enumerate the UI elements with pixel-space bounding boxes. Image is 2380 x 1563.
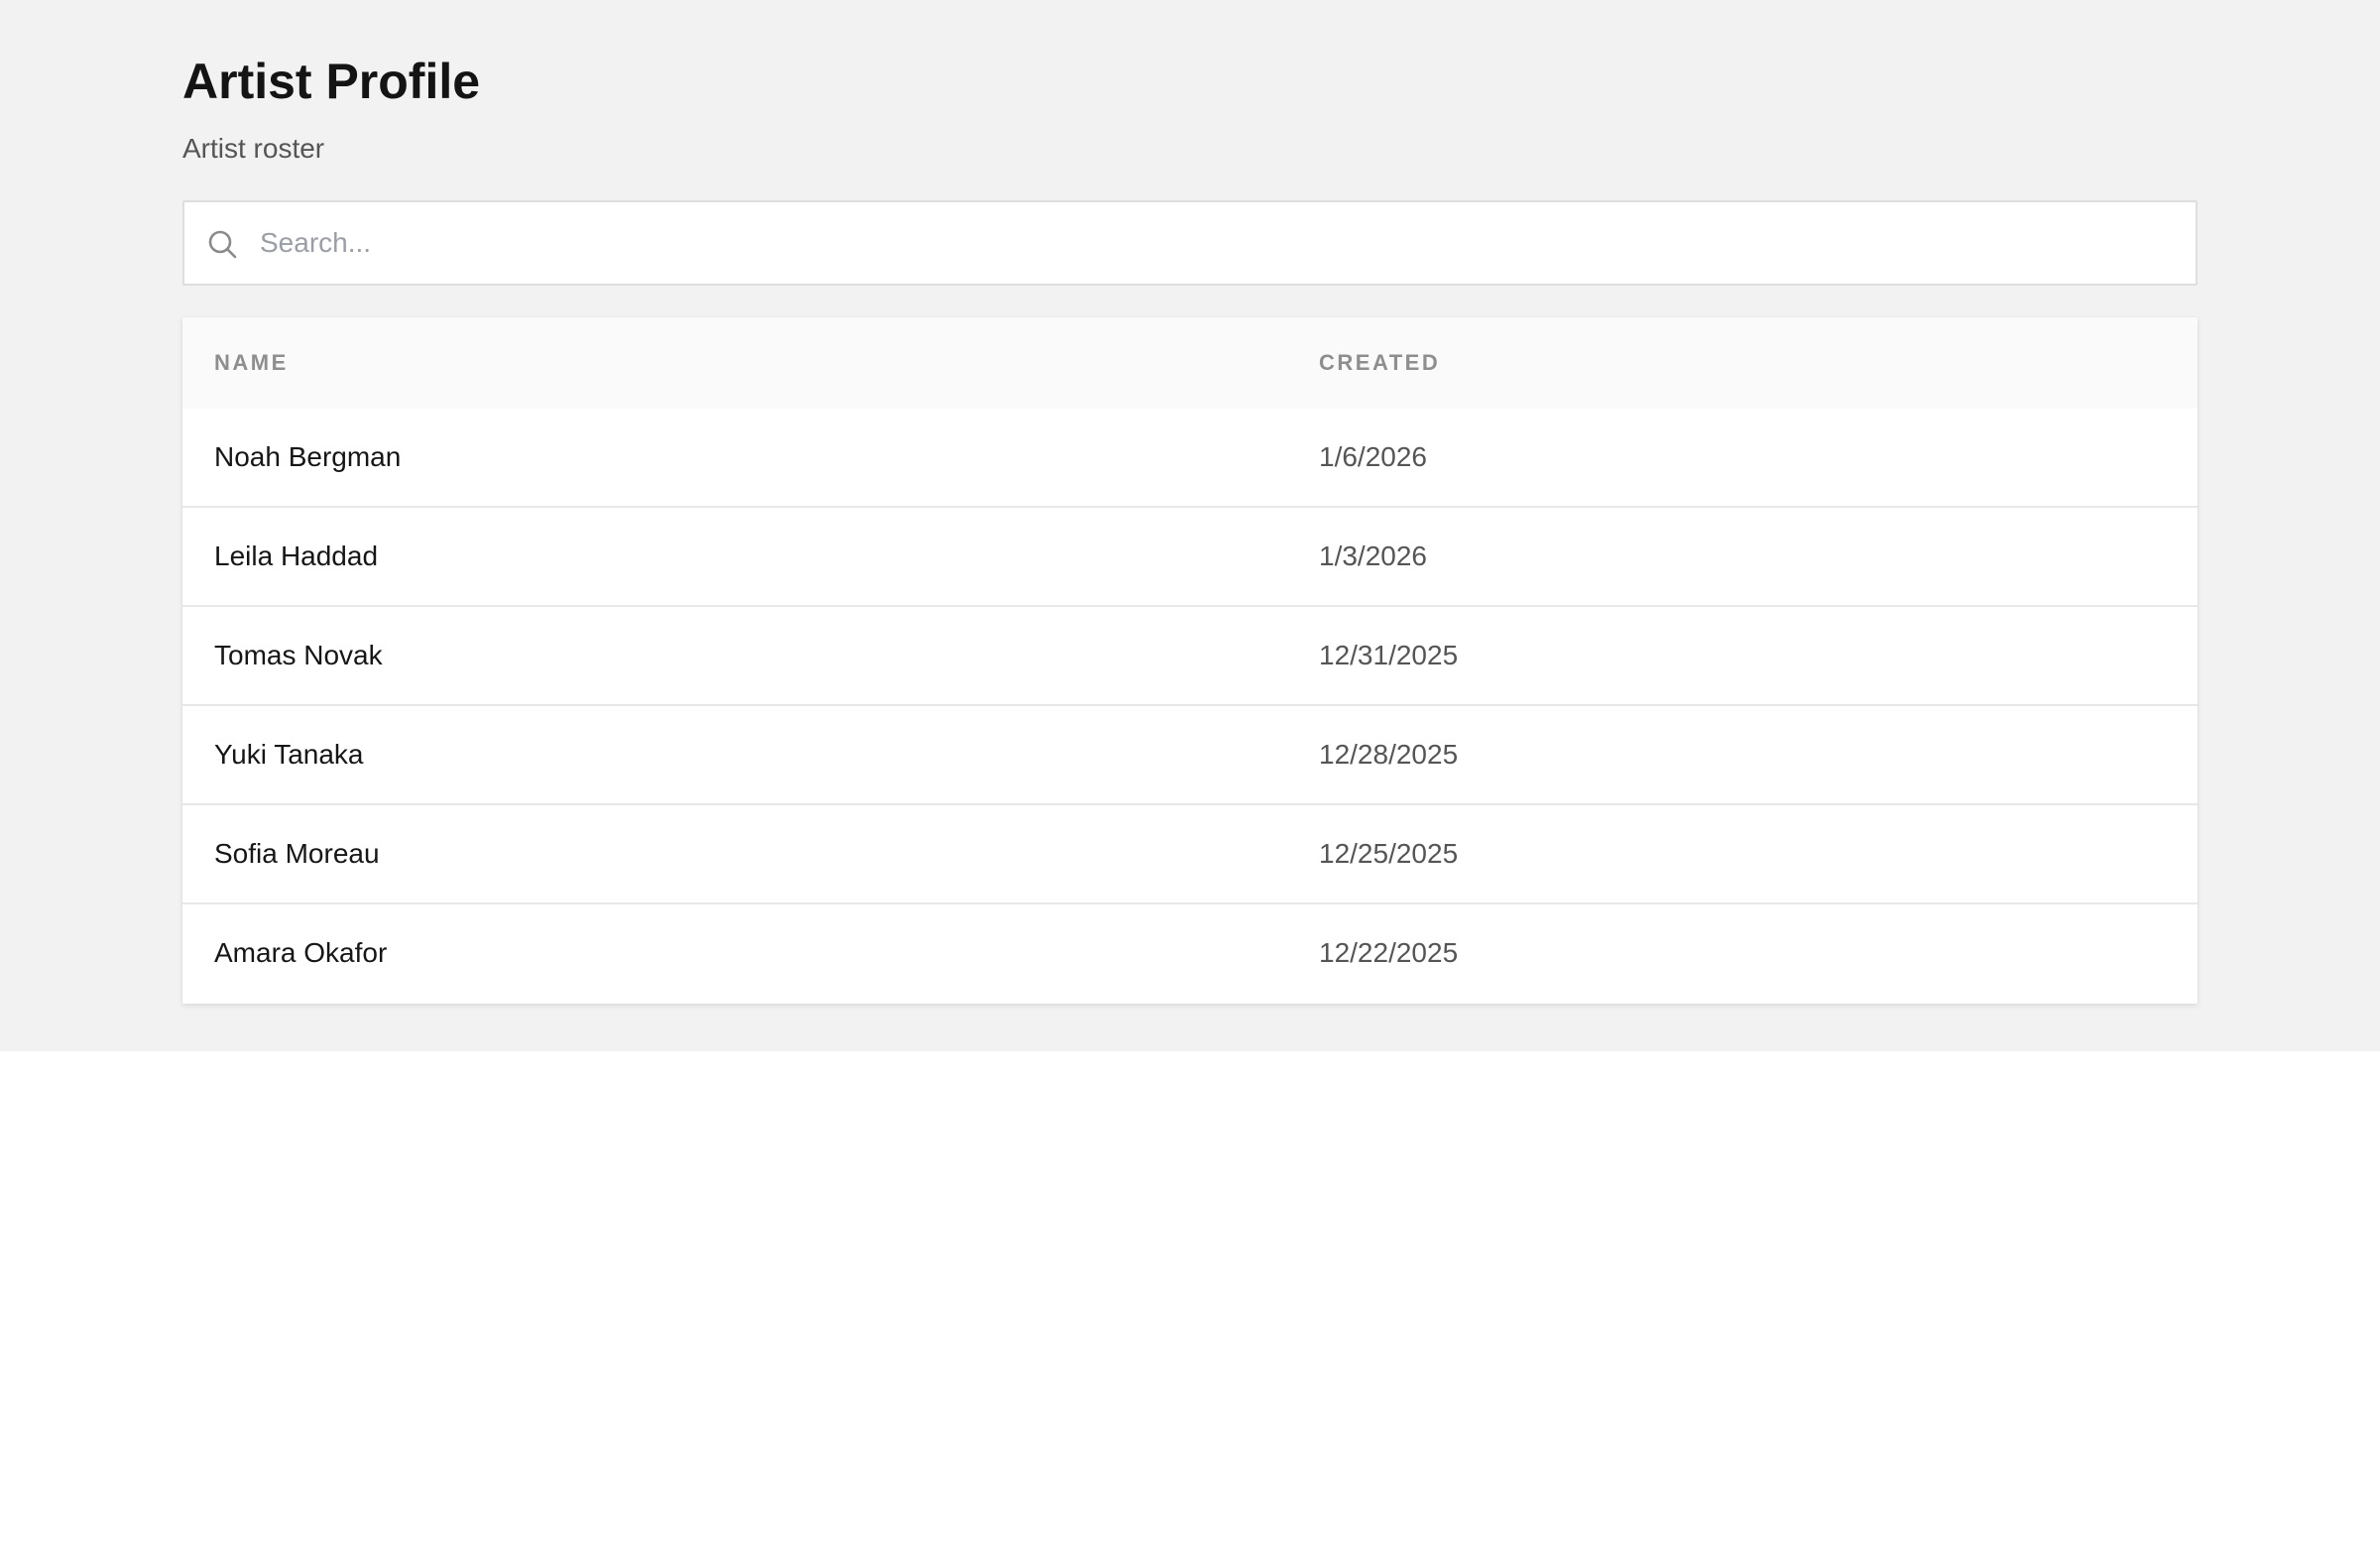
- cell-name: Noah Bergman: [214, 441, 402, 472]
- table-row[interactable]: Leila Haddad 1/3/2026: [182, 508, 2198, 607]
- cell-name: Leila Haddad: [214, 541, 379, 571]
- cell-name: Sofia Moreau: [214, 838, 380, 869]
- table-row[interactable]: Sofia Moreau 12/25/2025: [182, 805, 2198, 904]
- cell-name: Tomas Novak: [214, 640, 383, 670]
- search-box[interactable]: [182, 200, 2198, 286]
- cell-created: 12/31/2025: [1319, 640, 1459, 670]
- cell-created: 12/25/2025: [1319, 838, 1459, 869]
- cell-name: Amara Okafor: [214, 937, 388, 968]
- cell-created: 1/3/2026: [1319, 541, 1427, 571]
- column-header-name[interactable]: NAME: [214, 317, 289, 409]
- table-row[interactable]: Noah Bergman 1/6/2026: [182, 409, 2198, 508]
- table-row[interactable]: Yuki Tanaka 12/28/2025: [182, 706, 2198, 805]
- table-row[interactable]: Tomas Novak 12/31/2025: [182, 607, 2198, 706]
- table-header: NAME CREATED: [182, 317, 2198, 409]
- page-subtitle: Artist roster: [182, 133, 325, 164]
- cell-name: Yuki Tanaka: [214, 739, 364, 770]
- cell-created: 12/28/2025: [1319, 739, 1459, 770]
- page-title: Artist Profile: [182, 54, 481, 109]
- search-input[interactable]: [260, 202, 2184, 284]
- artist-table: NAME CREATED Noah Bergman 1/6/2026 Leila…: [182, 317, 2198, 1004]
- cell-created: 12/22/2025: [1319, 937, 1459, 968]
- column-header-created[interactable]: CREATED: [1319, 317, 1440, 409]
- search-icon: [206, 228, 238, 260]
- table-row[interactable]: Amara Okafor 12/22/2025: [182, 904, 2198, 1004]
- cell-created: 1/6/2026: [1319, 441, 1427, 472]
- table-body: Noah Bergman 1/6/2026 Leila Haddad 1/3/2…: [182, 409, 2198, 1004]
